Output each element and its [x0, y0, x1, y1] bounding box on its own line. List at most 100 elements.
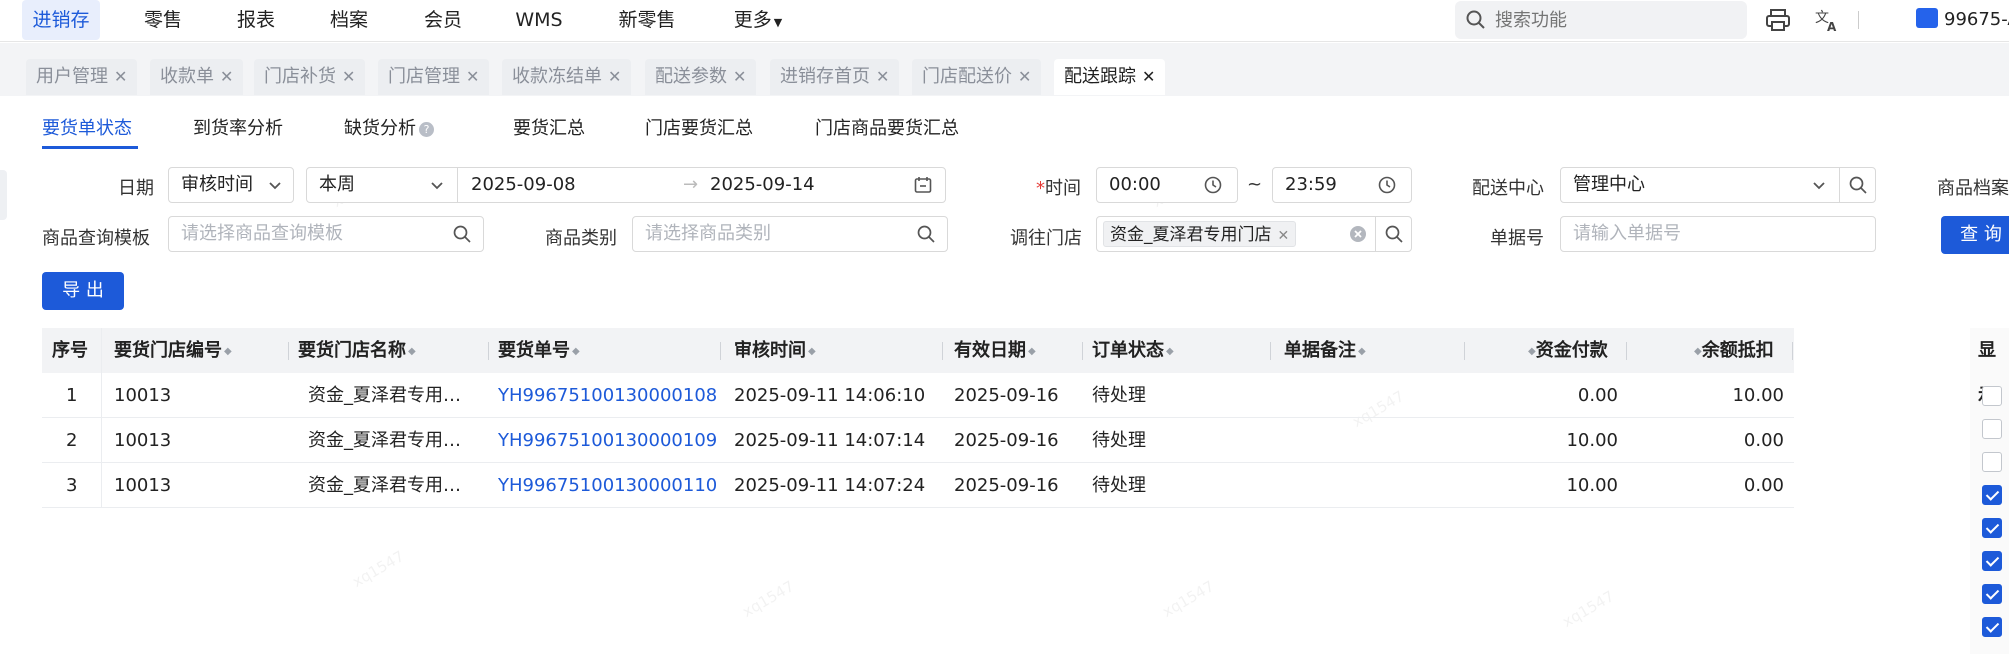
- translate-icon[interactable]: 文A: [1813, 6, 1841, 34]
- col-divider[interactable]: [942, 342, 943, 360]
- search-icon[interactable]: [1848, 175, 1868, 195]
- topnav-reports[interactable]: 报表: [231, 0, 281, 40]
- col-header-order-status[interactable]: 订单状态 ◆: [1092, 328, 1174, 373]
- sort-icon[interactable]: ◆: [1528, 329, 1536, 374]
- col-header-order-no[interactable]: 要货单号 ◆: [498, 328, 580, 373]
- sort-icon[interactable]: ◆: [1358, 329, 1366, 374]
- time-end-input[interactable]: 23:59: [1272, 167, 1412, 203]
- cell-order-no-link[interactable]: YH99675100130000109: [498, 418, 717, 463]
- tab-receipt[interactable]: 收款单 ✕: [150, 59, 244, 95]
- col-header-valid-date[interactable]: 有效日期 ◆: [954, 328, 1036, 373]
- close-icon[interactable]: ✕: [608, 67, 621, 86]
- col-divider[interactable]: [288, 342, 289, 360]
- sidebar-handle[interactable]: [0, 170, 7, 220]
- topnav-new-retail[interactable]: 新零售: [612, 0, 682, 40]
- column-visibility-checkbox[interactable]: [1982, 452, 2002, 472]
- topnav-retail[interactable]: 零售: [138, 0, 188, 40]
- close-icon[interactable]: ✕: [1142, 67, 1155, 86]
- topnav-wms[interactable]: WMS: [512, 0, 566, 40]
- docno-input[interactable]: 请输入单据号: [1560, 216, 1876, 252]
- col-divider[interactable]: [488, 342, 489, 360]
- time-start-input[interactable]: 00:00: [1096, 167, 1238, 203]
- col-header-audit-time[interactable]: 审核时间 ◆: [734, 328, 816, 373]
- cell-order-no-link[interactable]: YH99675100130000108: [498, 373, 717, 418]
- col-divider[interactable]: [1792, 342, 1793, 360]
- help-icon[interactable]: ?: [419, 122, 434, 137]
- close-icon[interactable]: ✕: [733, 67, 746, 86]
- column-visibility-checkbox[interactable]: [1982, 518, 2002, 538]
- sort-icon[interactable]: ◆: [1166, 329, 1174, 374]
- topnav-archive[interactable]: 档案: [324, 0, 374, 40]
- col-header-store-name[interactable]: 要货门店名称 ◆: [298, 328, 416, 373]
- close-icon[interactable]: ✕: [1018, 67, 1031, 86]
- column-visibility-checkbox[interactable]: [1982, 485, 2002, 505]
- subtab-order-summary[interactable]: 要货汇总: [513, 114, 585, 144]
- store-select[interactable]: 资金_夏泽君专用门店 ✕: [1096, 216, 1412, 252]
- col-header-store-code[interactable]: 要货门店编号 ◆: [114, 328, 232, 373]
- col-divider[interactable]: [720, 342, 721, 360]
- column-visibility-checkbox[interactable]: [1982, 584, 2002, 604]
- center-select[interactable]: 管理中心: [1560, 167, 1876, 203]
- col-divider[interactable]: [1464, 342, 1465, 360]
- table-row[interactable]: 1 10013 资金_夏泽君专用… YH99675100130000108 20…: [42, 373, 1794, 418]
- tab-delivery-params[interactable]: 配送参数 ✕: [645, 59, 757, 95]
- col-header-balance-deduct[interactable]: ◆余额抵扣: [1692, 328, 1774, 373]
- tab-store-delivery-price[interactable]: 门店配送价 ✕: [912, 59, 1042, 95]
- account-menu[interactable]: 99675-A组: [1916, 0, 2009, 40]
- date-type-select[interactable]: 审核时间: [168, 167, 294, 203]
- column-visibility-checkbox[interactable]: [1982, 551, 2002, 571]
- subtab-shortage-analysis[interactable]: 缺货分析?: [344, 114, 434, 144]
- sort-icon[interactable]: ◆: [572, 329, 580, 374]
- column-visibility-checkbox[interactable]: [1982, 617, 2002, 637]
- tab-receipt-freeze[interactable]: 收款冻结单 ✕: [502, 59, 632, 95]
- subtab-store-product-summary[interactable]: 门店商品要货汇总: [815, 114, 959, 144]
- tab-inventory-home[interactable]: 进销存首页 ✕: [770, 59, 900, 95]
- printer-icon[interactable]: [1764, 6, 1792, 34]
- search-icon[interactable]: [916, 224, 936, 244]
- col-divider[interactable]: [1270, 342, 1271, 360]
- subtab-arrival-rate[interactable]: 到货率分析: [193, 114, 283, 144]
- tab-user-management[interactable]: 用户管理 ✕: [26, 59, 138, 95]
- date-range-picker[interactable]: 本周 2025-09-08 → 2025-09-14: [306, 167, 946, 203]
- column-visibility-checkbox[interactable]: [1982, 419, 2002, 439]
- topnav-member[interactable]: 会员: [418, 0, 468, 40]
- table-row[interactable]: 2 10013 资金_夏泽君专用… YH99675100130000109 20…: [42, 418, 1794, 463]
- sort-icon[interactable]: ◆: [808, 329, 816, 374]
- sort-icon[interactable]: ◆: [1028, 329, 1036, 374]
- function-search[interactable]: [1455, 1, 1747, 39]
- close-icon[interactable]: ✕: [114, 67, 127, 86]
- col-header-remark[interactable]: 单据备注 ◆: [1284, 328, 1366, 373]
- tab-delivery-tracking[interactable]: 配送跟踪 ✕: [1054, 59, 1166, 95]
- sort-icon[interactable]: ◆: [224, 329, 232, 374]
- category-select[interactable]: 请选择商品类别: [632, 216, 948, 252]
- date-end-value[interactable]: 2025-09-14: [710, 168, 815, 202]
- column-visibility-checkbox[interactable]: [1982, 386, 2002, 406]
- search-icon[interactable]: [452, 224, 472, 244]
- search-icon[interactable]: [1384, 224, 1404, 244]
- function-search-input[interactable]: [1495, 1, 1735, 39]
- tab-store-management[interactable]: 门店管理 ✕: [378, 59, 490, 95]
- top-divider: [1858, 11, 1859, 29]
- close-icon[interactable]: ✕: [220, 67, 233, 86]
- query-button[interactable]: 查 询: [1941, 216, 2009, 254]
- clear-icon[interactable]: [1349, 225, 1367, 243]
- subtab-order-status[interactable]: 要货单状态: [42, 114, 132, 144]
- close-icon[interactable]: ✕: [342, 67, 355, 86]
- close-icon[interactable]: ✕: [466, 67, 479, 86]
- sort-icon[interactable]: ◆: [408, 329, 416, 374]
- tab-store-replenish[interactable]: 门店补货 ✕: [254, 59, 366, 95]
- table-row[interactable]: 3 10013 资金_夏泽君专用… YH99675100130000110 20…: [42, 463, 1794, 508]
- tag-close-icon[interactable]: ✕: [1278, 228, 1290, 244]
- col-divider[interactable]: [1626, 342, 1627, 360]
- col-divider[interactable]: [1082, 342, 1083, 360]
- col-header-fund-payment[interactable]: ◆资金付款: [1526, 328, 1608, 373]
- template-select[interactable]: 请选择商品查询模板: [168, 216, 484, 252]
- date-start-value[interactable]: 2025-09-08: [471, 168, 576, 202]
- subtab-store-order-summary[interactable]: 门店要货汇总: [645, 114, 753, 144]
- topnav-more[interactable]: 更多 ▼: [728, 0, 788, 40]
- export-button[interactable]: 导 出: [42, 272, 124, 310]
- topnav-inventory[interactable]: 进销存: [22, 0, 100, 40]
- sort-icon[interactable]: ◆: [1694, 329, 1702, 374]
- close-icon[interactable]: ✕: [876, 67, 889, 86]
- cell-order-no-link[interactable]: YH99675100130000110: [498, 463, 717, 508]
